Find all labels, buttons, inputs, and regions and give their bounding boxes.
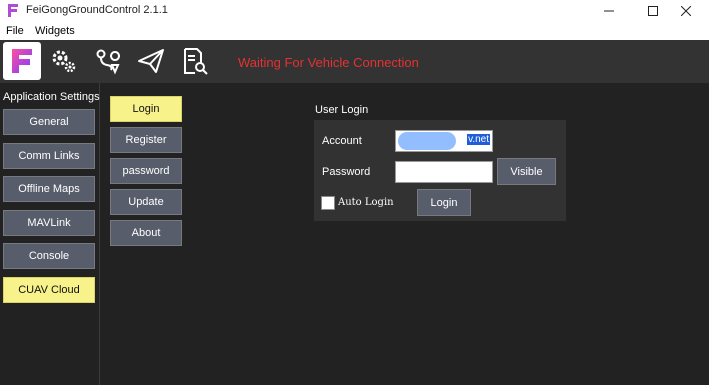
tab-update[interactable]: Update [110,189,182,215]
sidebar-item-comm-links[interactable]: Comm Links [3,143,95,169]
sidebar-item-console[interactable]: Console [3,243,95,269]
app-logo-icon [8,4,18,17]
settings-button[interactable] [45,42,83,80]
maximize-icon [648,6,658,16]
menu-widgets[interactable]: Widgets [35,25,75,37]
sidebar-title: Application Settings [3,91,100,103]
auto-login-checkbox[interactable] [321,196,335,210]
app-logo-button[interactable] [3,42,41,80]
connection-status: Waiting For Vehicle Connection [238,55,419,70]
tab-about[interactable]: About [110,220,182,246]
login-button[interactable]: Login [417,189,471,216]
gear-icon [52,50,76,73]
password-label: Password [322,166,371,178]
route-pin-icon [96,49,120,75]
close-icon [681,6,691,16]
visible-button[interactable]: Visible [497,158,556,185]
fly-button[interactable] [132,42,170,80]
menu-bar: File Widgets [0,22,709,40]
password-field[interactable] [395,161,493,183]
menu-file[interactable]: File [6,25,24,37]
redacted-text [398,132,456,150]
tab-password[interactable]: password [110,158,182,184]
analyze-button[interactable] [176,42,214,80]
close-button[interactable] [663,0,709,22]
sidebar-item-mavlink[interactable]: MAVLink [3,210,95,236]
account-label: Account [322,135,362,147]
login-title: User Login [315,104,369,116]
account-value: v.net [467,134,490,145]
minimize-icon [604,10,614,12]
window-title: FeiGongGroundControl 2.1.1 [26,4,168,16]
title-bar: FeiGongGroundControl 2.1.1 [0,0,709,22]
sidebar-item-offline-maps[interactable]: Offline Maps [3,176,95,202]
sidebar-item-general[interactable]: General [3,109,95,135]
minimize-button[interactable] [586,0,632,22]
document-search-icon [184,48,208,75]
account-field[interactable]: v.net [395,130,493,152]
app-logo-icon [12,49,32,73]
plan-route-button[interactable] [89,42,127,80]
tab-login[interactable]: Login [110,96,182,122]
tab-register[interactable]: Register [110,127,182,153]
auto-login-label: Auto Login [338,197,394,208]
sidebar-item-cuav-cloud[interactable]: CUAV Cloud [3,277,95,303]
paper-plane-icon [138,49,164,73]
